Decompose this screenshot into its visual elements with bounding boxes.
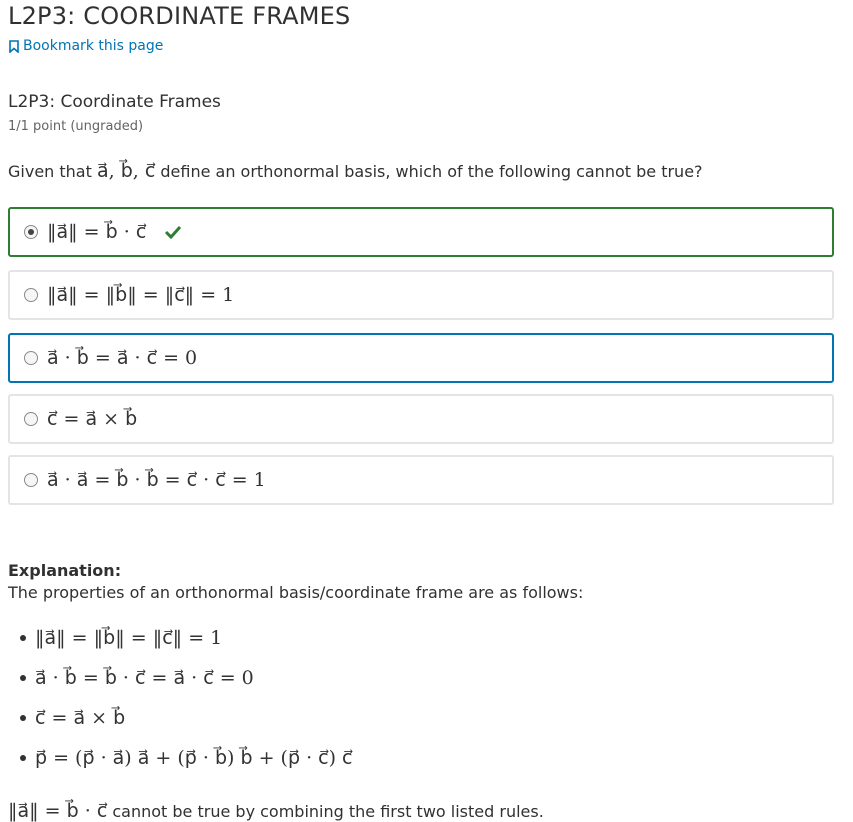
rules-list: ‖a⃗‖ = ‖b⃗‖ = ‖c⃗‖ = 1 a⃗ · b⃗ = b⃗ · c⃗… [20,618,353,778]
rule-text: p⃗ = (p⃗ · a⃗) a⃗ + (p⃗ · b⃗) b⃗ + (p⃗ ·… [35,747,353,769]
bullet-icon [20,755,26,761]
conclusion-math: ‖a⃗‖ = b⃗ · c⃗ [8,800,108,822]
list-item: c⃗ = a⃗ × b⃗ [20,698,353,738]
bookmark-label: Bookmark this page [23,38,164,54]
explanation-intro: The properties of an orthonormal basis/c… [8,583,584,602]
list-item: ‖a⃗‖ = ‖b⃗‖ = ‖c⃗‖ = 1 [20,618,353,658]
question-vectors: a⃗, b⃗, c⃗ [96,160,156,182]
bullet-icon [20,675,26,681]
points-status: 1/1 point (ungraded) [8,119,144,134]
choice-label: ‖a⃗‖ = b⃗ · c⃗ [47,221,147,243]
question-prefix: Given that [8,162,97,181]
explanation-conclusion: ‖a⃗‖ = b⃗ · c⃗ cannot be true by combini… [8,800,544,822]
rule-text: c⃗ = a⃗ × b⃗ [35,707,126,729]
choice-4[interactable]: c⃗ = a⃗ × b⃗ [8,394,834,444]
radio-button[interactable] [24,288,38,302]
choice-3[interactable]: a⃗ · b⃗ = a⃗ · c⃗ = 0 [8,333,834,383]
choice-label: c⃗ = a⃗ × b⃗ [47,408,138,430]
question-suffix: define an orthonormal basis, which of th… [155,162,703,181]
checkmark-icon [165,225,182,239]
radio-button[interactable] [24,225,38,239]
choice-1[interactable]: ‖a⃗‖ = b⃗ · c⃗ [8,207,834,257]
choice-5[interactable]: a⃗ · a⃗ = b⃗ · b⃗ = c⃗ · c⃗ = 1 [8,455,834,505]
rule-text: ‖a⃗‖ = ‖b⃗‖ = ‖c⃗‖ = 1 [35,627,223,649]
list-item: p⃗ = (p⃗ · a⃗) a⃗ + (p⃗ · b⃗) b⃗ + (p⃗ ·… [20,738,353,778]
conclusion-text: cannot be true by combining the first tw… [107,802,544,821]
radio-button[interactable] [24,351,38,365]
question-text: Given that a⃗, b⃗, c⃗ define an orthonor… [8,160,703,182]
rule-text: a⃗ · b⃗ = b⃗ · c⃗ = a⃗ · c⃗ = 0 [35,667,254,689]
choice-2[interactable]: ‖a⃗‖ = ‖b⃗‖ = ‖c⃗‖ = 1 [8,270,834,320]
choice-label: ‖a⃗‖ = ‖b⃗‖ = ‖c⃗‖ = 1 [47,284,235,306]
bullet-icon [20,635,26,641]
page-title: L2P3: COORDINATE FRAMES [8,2,351,30]
bookmark-icon [9,39,19,53]
choice-label: a⃗ · b⃗ = a⃗ · c⃗ = 0 [47,347,198,369]
bullet-icon [20,715,26,721]
radio-button[interactable] [24,412,38,426]
bookmark-button[interactable]: Bookmark this page [9,38,163,54]
explanation-label: Explanation: [8,561,122,580]
radio-button[interactable] [24,473,38,487]
problem-title: L2P3: Coordinate Frames [8,92,221,112]
list-item: a⃗ · b⃗ = b⃗ · c⃗ = a⃗ · c⃗ = 0 [20,658,353,698]
choice-label: a⃗ · a⃗ = b⃗ · b⃗ = c⃗ · c⃗ = 1 [47,469,266,491]
